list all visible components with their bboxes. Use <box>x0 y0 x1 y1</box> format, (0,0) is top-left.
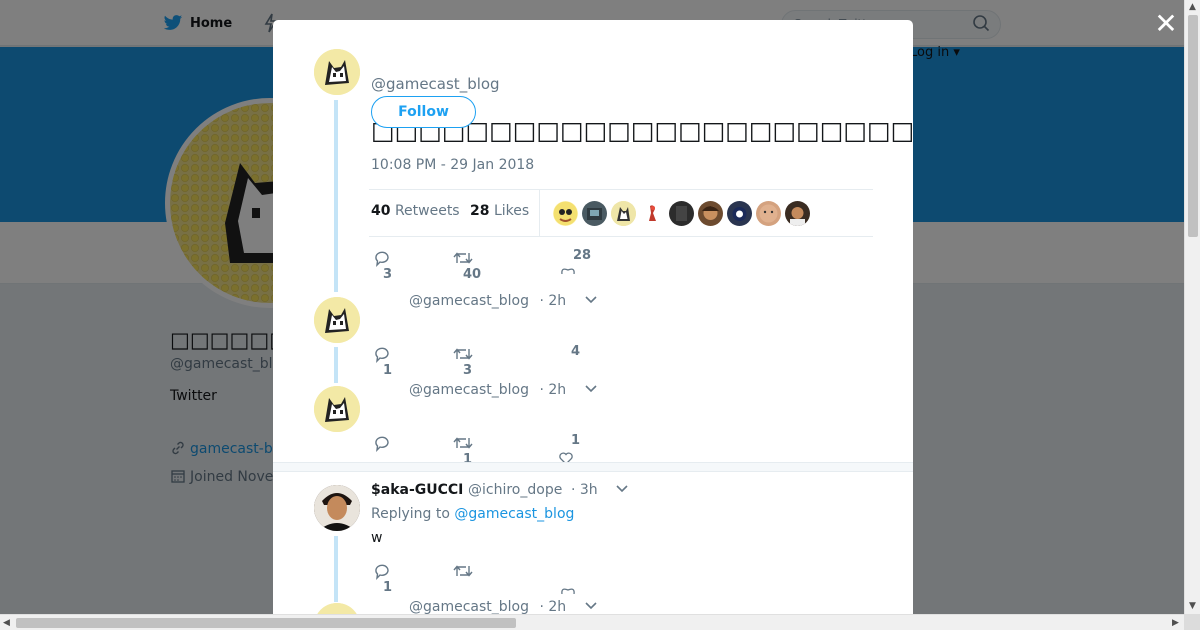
reply-action[interactable]: 1 <box>373 562 392 595</box>
liker-avatar[interactable] <box>640 201 665 226</box>
heart-icon[interactable] <box>560 586 576 594</box>
reply-icon <box>375 436 389 452</box>
reply-action[interactable]: 1 <box>373 345 392 378</box>
liker-avatar[interactable] <box>582 201 607 226</box>
scroll-down-arrow-icon[interactable]: ▼ <box>1189 601 1196 611</box>
reply-avatar[interactable] <box>314 485 360 531</box>
retweet-action[interactable]: 40 <box>453 249 481 282</box>
reply-action[interactable]: 3 <box>373 249 392 282</box>
reply-time[interactable]: · 2h <box>539 382 566 398</box>
retweet-icon <box>453 565 473 577</box>
retweet-icon <box>453 252 473 264</box>
scrollbar-corner <box>1184 614 1200 630</box>
follow-button[interactable]: Follow <box>371 96 476 128</box>
retweet-icon <box>453 437 473 449</box>
tweet-stats: 40 Retweets 28 Likes <box>369 189 873 237</box>
like-count: 1 <box>571 433 581 448</box>
likes-label: Likes <box>493 203 530 219</box>
chevron-down-icon[interactable] <box>585 385 597 393</box>
like-action[interactable]: 4 <box>561 344 580 359</box>
close-icon[interactable]: ✕ <box>1154 10 1178 38</box>
reply-handle[interactable]: @ichiro_dope <box>468 482 562 498</box>
reply-header: @gamecast_blog · 2h <box>409 293 597 309</box>
author-avatar[interactable] <box>314 49 360 95</box>
thread-line <box>334 347 338 383</box>
reply-avatar[interactable] <box>314 603 360 614</box>
reply-icon <box>375 564 389 580</box>
retweets-count: 40 <box>371 203 391 219</box>
like-count: 4 <box>571 344 581 359</box>
reply-time[interactable]: · 2h <box>539 599 566 614</box>
retweet-action[interactable] <box>453 562 483 580</box>
horizontal-scroll-thumb[interactable] <box>16 618 516 628</box>
reply-count: 1 <box>383 580 393 595</box>
liker-avatar[interactable] <box>727 201 752 226</box>
reply-handle[interactable]: @gamecast_blog <box>409 293 529 309</box>
like-count: 28 <box>573 248 592 263</box>
scroll-left-arrow-icon[interactable]: ◀ <box>3 618 10 628</box>
stats-divider <box>539 190 540 236</box>
retweet-count: 3 <box>463 363 473 378</box>
reply-time[interactable]: · 3h <box>571 482 598 498</box>
like-action[interactable]: 1 <box>561 433 580 448</box>
tweet-author-handle[interactable]: @gamecast_blog <box>371 75 500 93</box>
thread-line <box>334 536 338 602</box>
tweet-timestamp[interactable]: 10:08 PM - 29 Jan 2018 <box>371 157 534 173</box>
conversation-separator <box>273 462 913 472</box>
liker-avatar[interactable] <box>611 201 636 226</box>
retweets-label: Retweets <box>394 203 460 219</box>
reply-author-name[interactable]: $aka-GUCCI <box>371 482 463 498</box>
reply-count: 1 <box>383 363 393 378</box>
liker-avatar[interactable] <box>785 201 810 226</box>
scroll-right-arrow-icon[interactable]: ▶ <box>1172 618 1179 628</box>
reply-time-block: · 3h <box>571 482 628 498</box>
liker-avatar[interactable] <box>553 201 578 226</box>
reply-action[interactable] <box>373 434 401 452</box>
reply-handle[interactable]: @gamecast_blog <box>409 599 529 614</box>
reply-header: @gamecast_blog · 2h <box>409 599 597 614</box>
retweet-icon <box>453 348 473 360</box>
vertical-scrollbar[interactable]: ▲ ▼ <box>1184 0 1200 614</box>
liker-avatar[interactable] <box>669 201 694 226</box>
reply-header: @gamecast_blog · 2h <box>409 382 597 398</box>
scroll-up-arrow-icon[interactable]: ▲ <box>1189 2 1196 12</box>
chevron-down-icon[interactable] <box>585 602 597 610</box>
reply-count: 3 <box>383 267 393 282</box>
horizontal-scrollbar[interactable]: ◀ ▶ <box>0 614 1184 630</box>
liker-avatar[interactable] <box>756 201 781 226</box>
retweet-action[interactable]: 3 <box>453 345 473 378</box>
reply-avatar[interactable] <box>314 297 360 343</box>
reply-time[interactable]: · 2h <box>539 293 566 309</box>
replying-to: Replying to @gamecast_blog <box>371 506 574 522</box>
reply-icon <box>375 251 389 267</box>
like-action[interactable]: 28 <box>563 248 591 263</box>
thread-line <box>334 100 338 292</box>
replying-to-link[interactable]: @gamecast_blog <box>454 506 574 522</box>
likes-stat[interactable]: 28 Likes <box>470 203 529 219</box>
retweet-count: 40 <box>463 267 482 282</box>
likes-count: 28 <box>470 203 490 219</box>
reply-icon <box>375 347 389 363</box>
tweet-modal: @gamecast_blog □□□□□□□□□□□□□□□□□□□□□□□□□… <box>273 20 913 614</box>
reply-handle[interactable]: @gamecast_blog <box>409 382 529 398</box>
liker-avatar[interactable] <box>698 201 723 226</box>
heart-icon[interactable] <box>560 266 576 274</box>
retweets-stat[interactable]: 40 Retweets <box>371 203 460 219</box>
replying-to-label: Replying to <box>371 506 450 522</box>
reply-avatar[interactable] <box>314 386 360 432</box>
vertical-scroll-thumb[interactable] <box>1188 15 1198 237</box>
chevron-down-icon[interactable] <box>616 485 628 493</box>
chevron-down-icon[interactable] <box>585 296 597 304</box>
reply-text: w <box>371 530 383 546</box>
